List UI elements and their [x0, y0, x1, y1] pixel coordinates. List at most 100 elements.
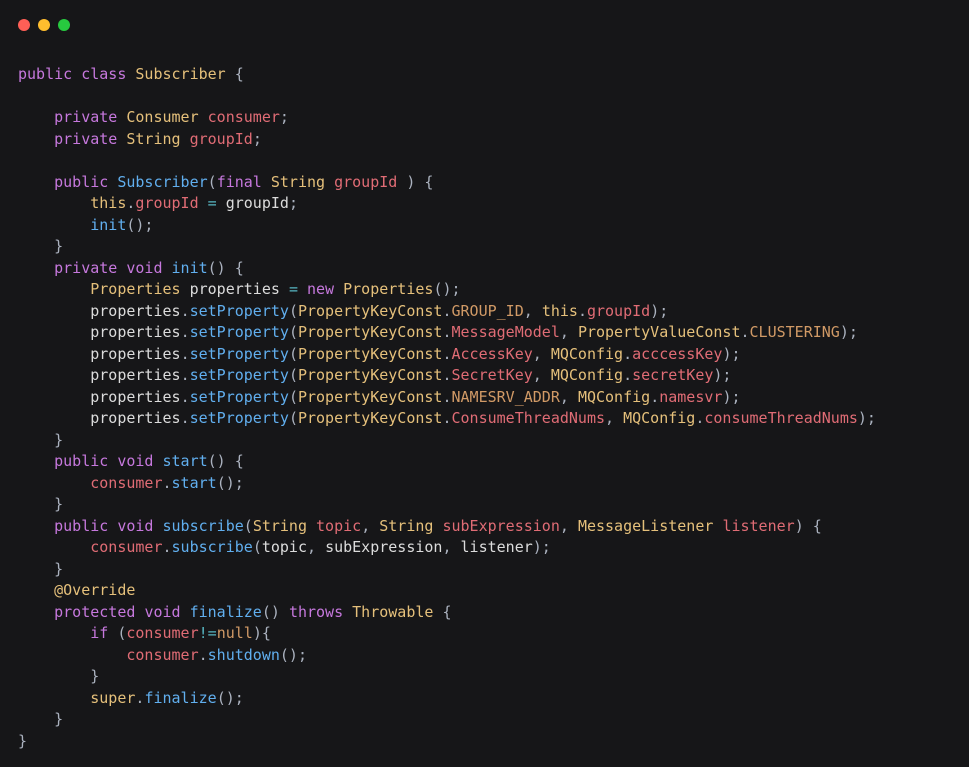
token-type: String	[126, 130, 180, 148]
token-type: Properties	[90, 280, 180, 298]
token-punct: ,	[361, 517, 379, 535]
code-line: properties.setProperty(PropertyKeyConst.…	[18, 408, 951, 430]
token-plain	[18, 259, 54, 277]
token-plain	[18, 452, 54, 470]
token-kw-super: super	[90, 689, 135, 707]
token-punct: }	[54, 710, 63, 728]
token-plain	[18, 624, 90, 642]
token-field: consumer	[126, 624, 198, 642]
token-kw-mod: private	[54, 259, 117, 277]
token-plain	[18, 173, 54, 191]
token-plain	[18, 710, 54, 728]
token-plain	[18, 581, 54, 599]
token-punct: )	[795, 517, 804, 535]
token-kw-mod: public	[54, 452, 108, 470]
token-kw-void: void	[126, 259, 162, 277]
token-method: setProperty	[190, 323, 289, 341]
token-plain	[18, 667, 90, 685]
token-method: finalize	[144, 689, 216, 707]
token-punct: .	[181, 345, 190, 363]
token-punct: .	[163, 538, 172, 556]
token-punct: ,	[442, 538, 460, 556]
token-plain	[72, 65, 81, 83]
token-plain	[18, 409, 90, 427]
code-line: }	[18, 494, 951, 516]
token-kw-mod: public	[54, 517, 108, 535]
token-punct: ;	[280, 108, 289, 126]
token-localvar: subExpression	[325, 538, 442, 556]
token-punct: );	[840, 323, 858, 341]
token-method: setProperty	[190, 366, 289, 384]
code-line: this.groupId = groupId;	[18, 193, 951, 215]
code-line	[18, 86, 951, 108]
token-plain	[325, 173, 334, 191]
token-field: SecretKey	[452, 366, 533, 384]
token-localvar: properties	[90, 345, 180, 363]
token-plain	[18, 302, 90, 320]
code-line: }	[18, 666, 951, 688]
code-line: public class Subscriber {	[18, 64, 951, 86]
token-plain	[334, 280, 343, 298]
token-punct: ){	[253, 624, 271, 642]
token-punct: (	[253, 538, 262, 556]
token-punct: .	[442, 409, 451, 427]
token-plain	[307, 517, 316, 535]
token-punct: .	[181, 388, 190, 406]
token-field: MessageModel	[452, 323, 560, 341]
maximize-icon[interactable]	[58, 19, 70, 31]
code-line: public void start() {	[18, 451, 951, 473]
code-line: private void init() {	[18, 258, 951, 280]
code-area[interactable]: public class Subscriber { private Consum…	[0, 46, 969, 752]
token-op: !=	[199, 624, 217, 642]
token-kw-throws: throws	[289, 603, 343, 621]
token-type: MessageListener	[578, 517, 713, 535]
close-icon[interactable]	[18, 19, 30, 31]
token-type: Subscriber	[135, 65, 225, 83]
token-punct: ,	[533, 345, 551, 363]
token-type: PropertyKeyConst	[298, 409, 443, 427]
token-punct: );	[858, 409, 876, 427]
code-line: }	[18, 559, 951, 581]
token-method: init	[172, 259, 208, 277]
token-kw-null: null	[217, 624, 253, 642]
token-punct: ,	[533, 366, 551, 384]
token-punct: (	[289, 388, 298, 406]
token-kw-this: this	[542, 302, 578, 320]
token-punct: .	[442, 366, 451, 384]
token-method: setProperty	[190, 409, 289, 427]
token-method: init	[90, 216, 126, 234]
token-punct: );	[722, 388, 740, 406]
token-punct: .	[181, 409, 190, 427]
token-type: String	[379, 517, 433, 535]
token-field: namesvr	[659, 388, 722, 406]
token-localvar: groupId	[226, 194, 289, 212]
token-punct: }	[54, 431, 63, 449]
token-punct: );	[533, 538, 551, 556]
minimize-icon[interactable]	[38, 19, 50, 31]
token-field: ConsumeThreadNums	[452, 409, 606, 427]
token-localvar: properties	[90, 323, 180, 341]
token-kw-mod: private	[54, 108, 117, 126]
token-field: consumer	[90, 474, 162, 492]
token-punct: .	[741, 323, 750, 341]
code-line: private String groupId;	[18, 129, 951, 151]
token-plain	[18, 474, 90, 492]
code-line: public Subscriber(final String groupId )…	[18, 172, 951, 194]
token-field: consumer	[90, 538, 162, 556]
token-method: setProperty	[190, 388, 289, 406]
token-plain	[18, 560, 54, 578]
token-plain	[18, 646, 126, 664]
code-line: Properties properties = new Properties()…	[18, 279, 951, 301]
token-method: start	[163, 452, 208, 470]
token-type: PropertyKeyConst	[298, 388, 443, 406]
token-punct: ()	[208, 452, 226, 470]
token-field: acccessKey	[632, 345, 722, 363]
token-op: =	[208, 194, 217, 212]
token-anno: @Override	[54, 581, 135, 599]
token-constfld: NAMESRV_ADDR	[452, 388, 560, 406]
token-punct: }	[54, 495, 63, 513]
token-method: shutdown	[208, 646, 280, 664]
code-line: protected void finalize() throws Throwab…	[18, 602, 951, 624]
token-punct: (	[289, 323, 298, 341]
token-type: Properties	[343, 280, 433, 298]
